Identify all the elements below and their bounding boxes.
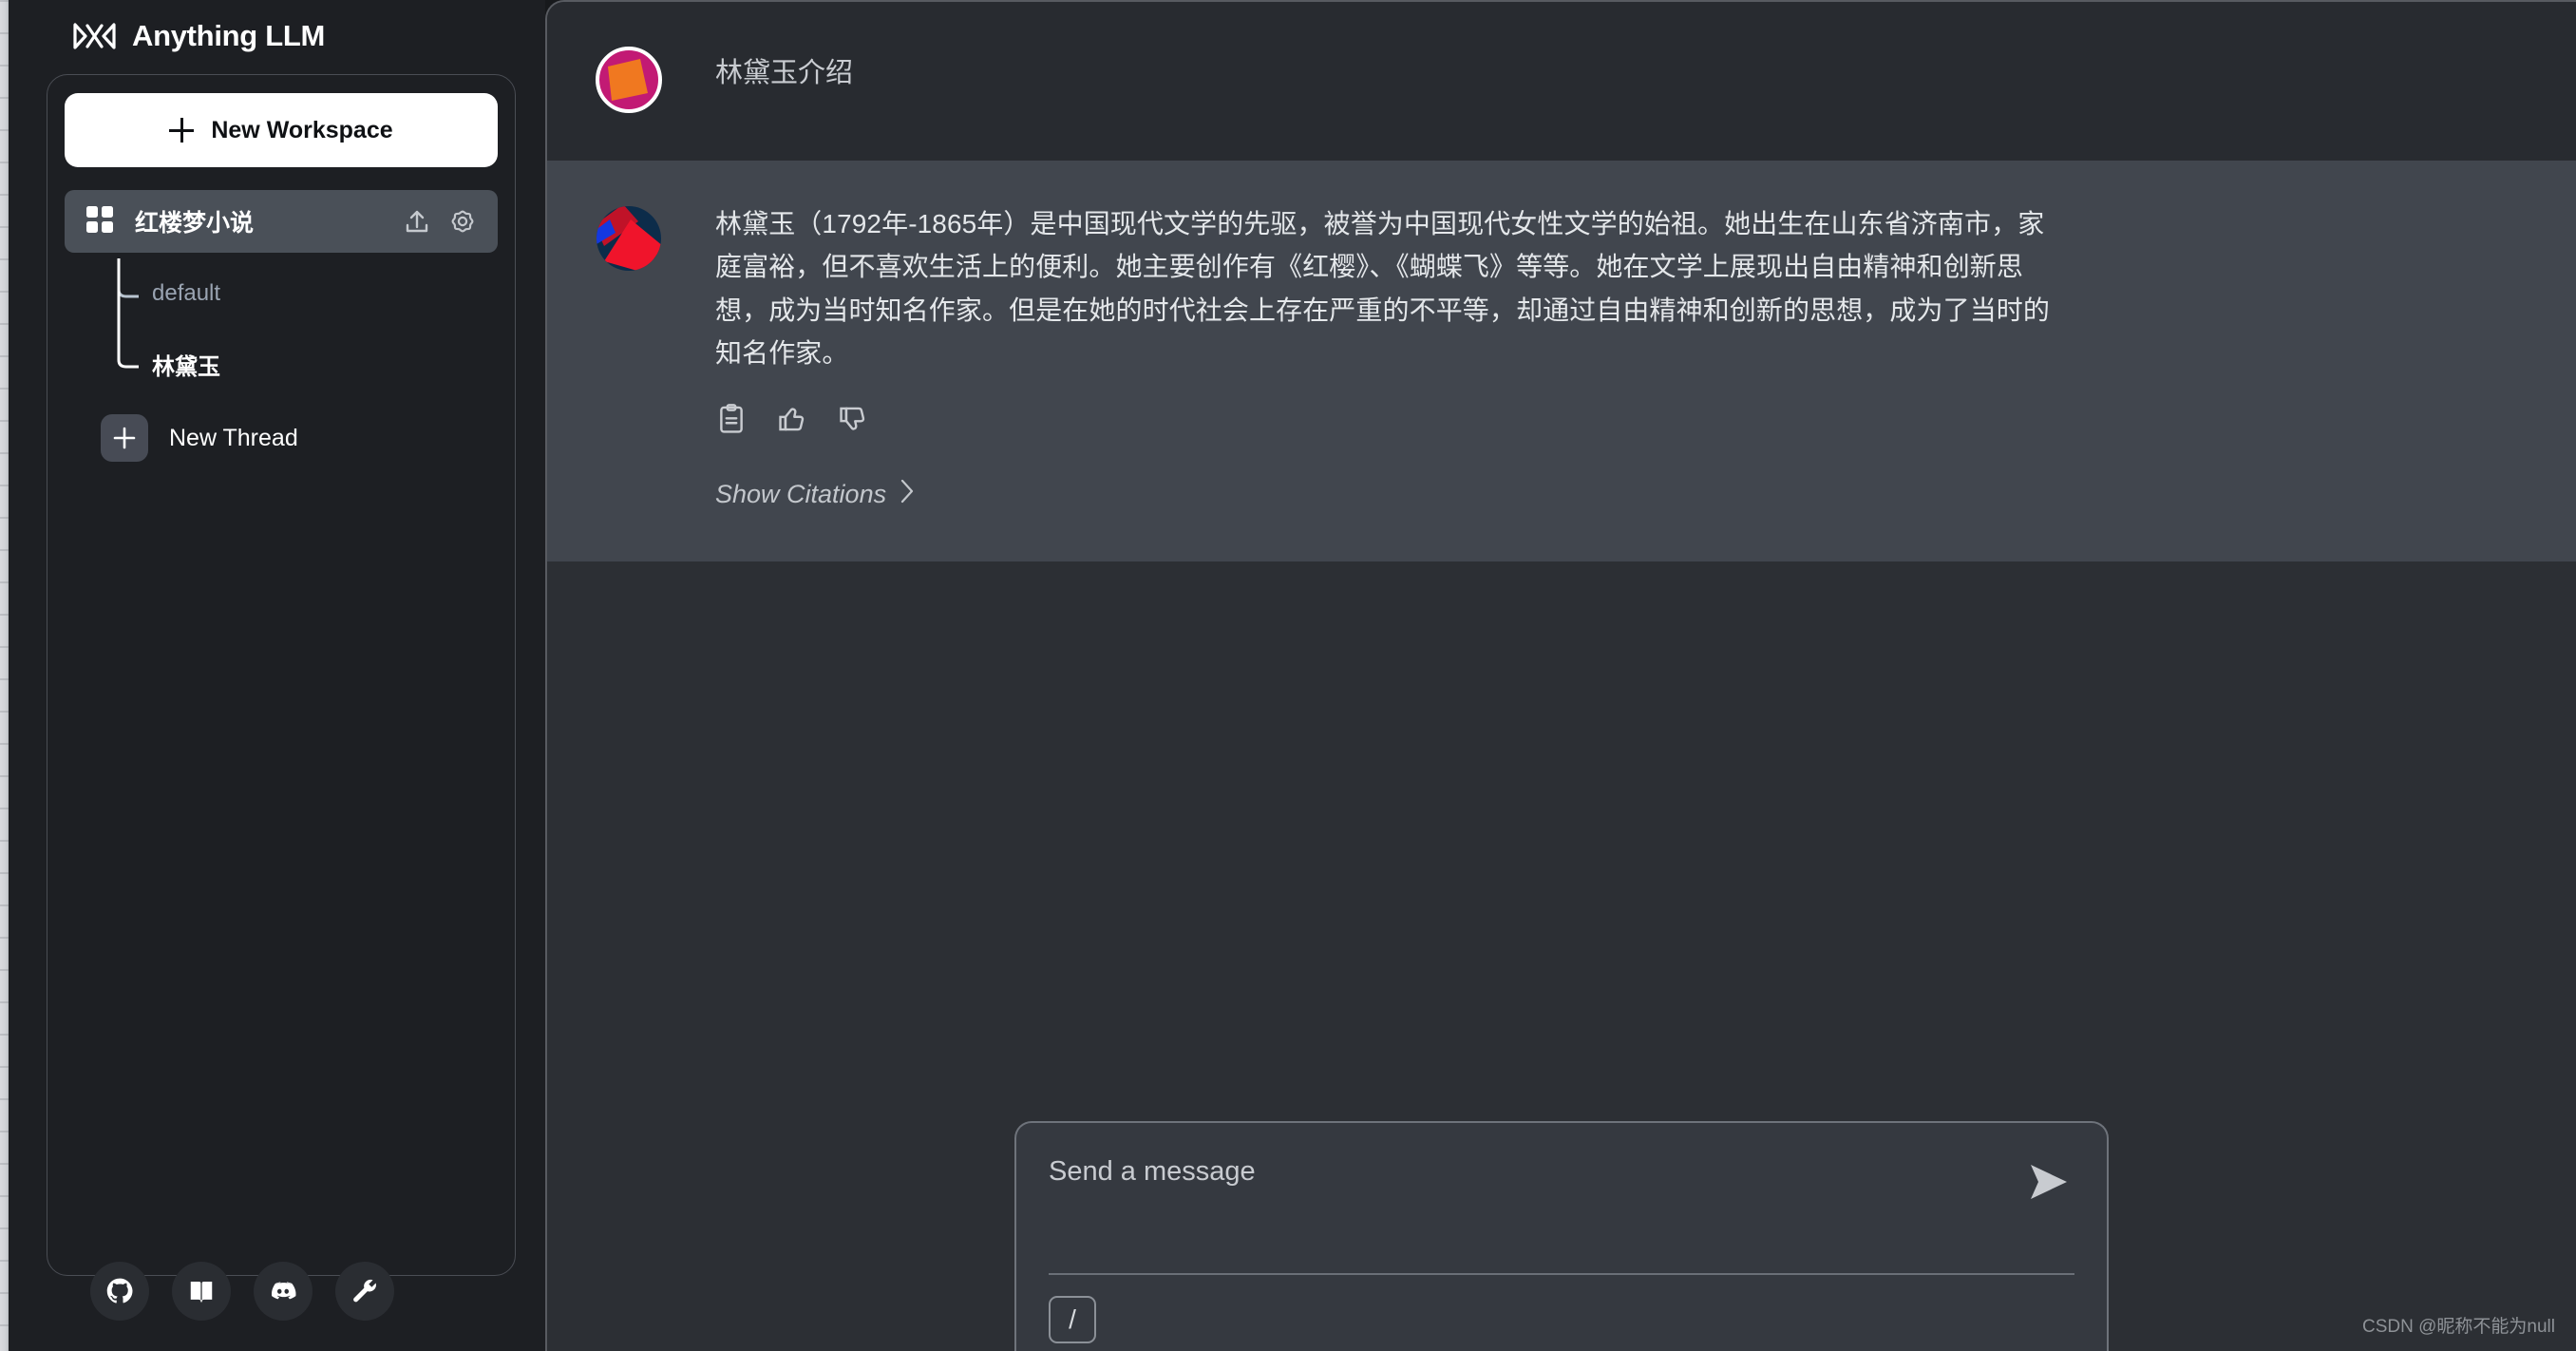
brand-title: Anything LLM: [132, 19, 326, 52]
thread-item-default[interactable]: default: [123, 258, 498, 329]
new-thread-button[interactable]: New Thread: [65, 405, 498, 471]
thread-list: default 林黛玉: [65, 258, 498, 399]
new-workspace-label: New Workspace: [211, 116, 393, 143]
anything-llm-app: Anything LLM New Workspace 红楼梦小说 default…: [0, 0, 2576, 1351]
background-page-sliver: [0, 0, 9, 1351]
slash-command-icon[interactable]: /: [1049, 1296, 1096, 1343]
assistant-avatar: [595, 202, 663, 510]
gear-icon[interactable]: [448, 207, 477, 236]
workspace-name: 红楼梦小说: [135, 210, 255, 237]
send-arrow-icon[interactable]: [2021, 1155, 2074, 1208]
plus-icon: [169, 118, 195, 143]
composer-toolbar: /: [1049, 1275, 2074, 1343]
upload-icon[interactable]: [403, 207, 431, 236]
user-avatar: [595, 44, 663, 119]
thread-item-active[interactable]: 林黛玉: [123, 329, 498, 399]
thumbs-down-icon[interactable]: [837, 403, 869, 435]
copy-icon[interactable]: [715, 403, 748, 435]
thread-label: 林黛玉: [152, 353, 220, 380]
sidebar-footer-links: [90, 1262, 394, 1321]
thumbs-up-icon[interactable]: [776, 403, 808, 435]
show-citations-label: Show Citations: [715, 480, 887, 509]
brand-header: Anything LLM: [9, 0, 545, 59]
new-thread-label: New Thread: [169, 424, 298, 451]
anythingllm-logo-icon: [73, 22, 116, 50]
composer-top-row: Send a message: [1049, 1155, 2074, 1269]
github-icon[interactable]: [90, 1262, 149, 1321]
discord-icon[interactable]: [254, 1262, 313, 1321]
grid-squares-icon: [85, 205, 114, 238]
assistant-message-body: 林黛玉（1792年-1865年）是中国现代文学的先驱，被誉为中国现代女性文学的始…: [715, 202, 2576, 510]
composer-container: Send a message /: [547, 1121, 2576, 1351]
book-icon[interactable]: [172, 1262, 231, 1321]
sidebar-item-workspace[interactable]: 红楼梦小说: [65, 190, 498, 253]
watermark: CSDN @昵称不能为null: [2362, 1317, 2555, 1337]
chat-message-assistant: 林黛玉（1792年-1865年）是中国现代文学的先驱，被誉为中国现代女性文学的始…: [547, 161, 2576, 562]
user-message-body: 林黛玉介绍: [715, 44, 2576, 119]
message-action-bar: [715, 403, 2500, 435]
message-composer: Send a message /: [1014, 1121, 2109, 1351]
thread-label: default: [152, 280, 221, 306]
message-input[interactable]: Send a message: [1049, 1155, 2004, 1269]
wrench-icon[interactable]: [335, 1262, 394, 1321]
assistant-message-text: 林黛玉（1792年-1865年）是中国现代文学的先驱，被誉为中国现代女性文学的始…: [715, 209, 2051, 369]
plus-icon: [101, 414, 148, 462]
chat-panel: 林黛玉介绍 林黛玉（1792年-1865年）是中国现代文学的先驱，被誉为中国现代…: [545, 0, 2576, 1351]
new-workspace-button[interactable]: New Workspace: [65, 93, 498, 167]
chat-message-user: 林黛玉介绍: [547, 2, 2576, 161]
workspace-panel: New Workspace 红楼梦小说 default 林黛玉 New Thre…: [47, 74, 516, 1276]
show-citations-button[interactable]: Show Citations: [715, 479, 915, 510]
chevron-right-icon: [900, 479, 915, 510]
sidebar: Anything LLM New Workspace 红楼梦小说 default…: [9, 0, 545, 1351]
user-message-text: 林黛玉介绍: [715, 58, 854, 88]
